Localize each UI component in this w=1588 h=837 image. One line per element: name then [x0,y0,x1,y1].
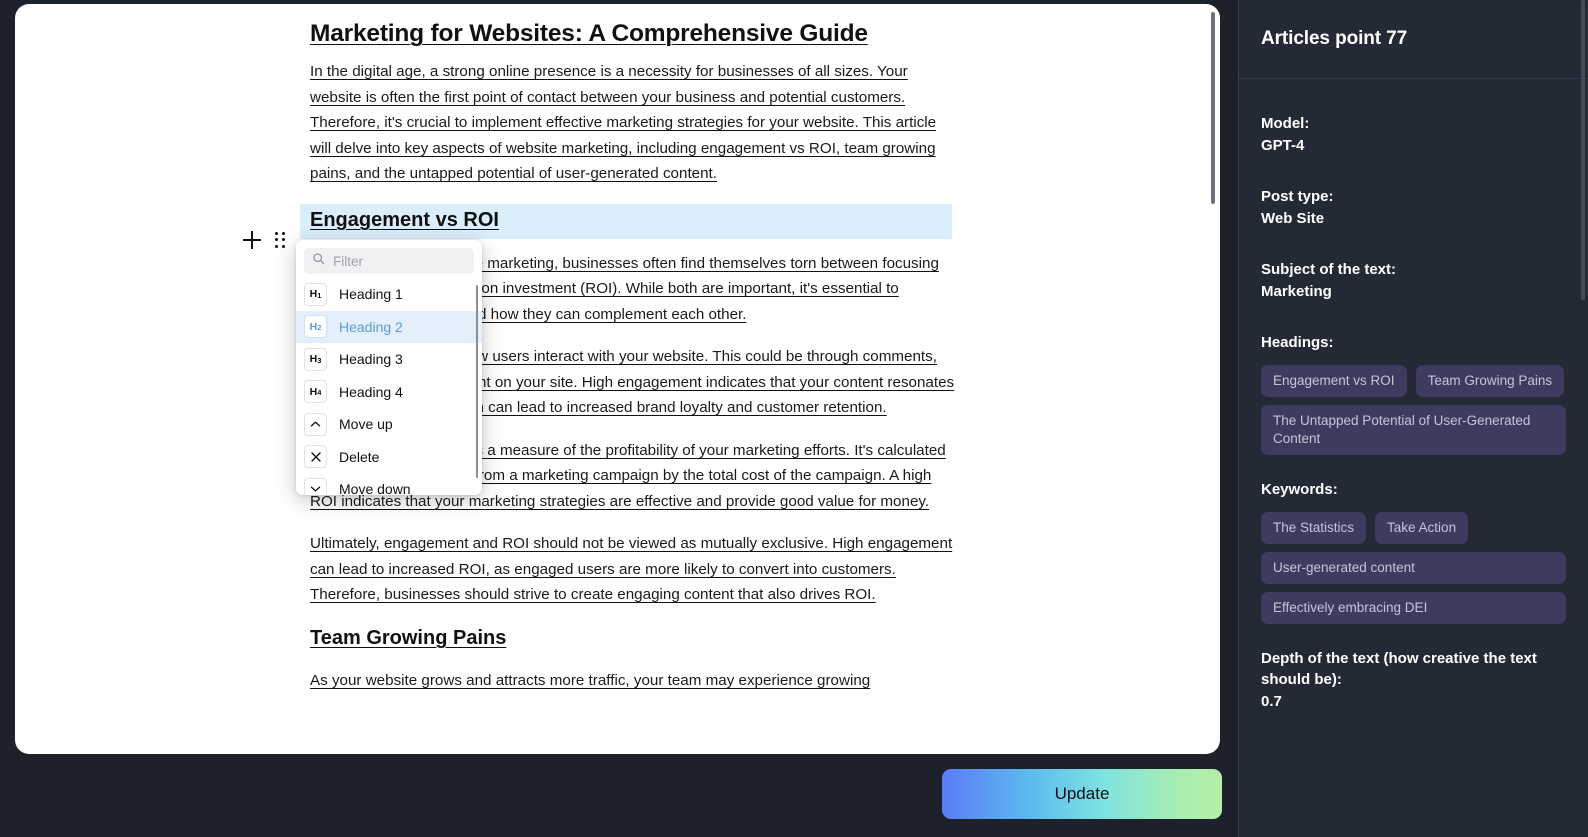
dropdown-search-row[interactable] [304,248,474,274]
dropdown-item-list: H1 Heading 1 H2 Heading 2 H3 Heading 3 H… [296,278,482,495]
headings-label: Headings: [1261,334,1334,351]
dropdown-item-heading-1[interactable]: H1 Heading 1 [296,278,482,311]
dropdown-item-heading-2[interactable]: H2 Heading 2 [296,310,482,343]
paragraph-intro[interactable]: In the digital age, a strong online pres… [310,59,955,187]
heading-2-icon: H2 [304,315,327,339]
block-type-dropdown[interactable]: H1 Heading 1 H2 Heading 2 H3 Heading 3 H… [296,240,482,495]
paragraph-engagement-4[interactable]: Ultimately, engagement and ROI should no… [310,531,955,608]
app-root: Marketing for Websites: A Comprehensive … [0,0,1588,837]
depth-value: 0.7 [1261,693,1282,710]
dropdown-item-move-up[interactable]: Move up [296,408,482,441]
editor-scrollbar[interactable] [1211,12,1215,204]
field-depth: Depth of the text (how creative the text… [1261,648,1566,712]
field-value: Web Site [1261,210,1325,227]
heading-3-icon: H3 [304,347,327,371]
field-value: GPT-4 [1261,137,1305,154]
sidebar-title: Articles point 77 [1261,28,1408,49]
chevron-up-icon [304,412,327,436]
keywords-tag-list: The Statistics Take Action User-generate… [1261,512,1566,624]
heading-tag[interactable]: The Untapped Potential of User-Generated… [1261,405,1566,455]
document-title[interactable]: Marketing for Websites: A Comprehensive … [310,18,955,49]
field-keywords: Keywords: The Statistics Take Action Use… [1261,479,1566,624]
dropdown-item-label: Move up [339,416,393,433]
field-label: Model: [1261,115,1310,132]
field-model: Model: GPT-4 [1261,113,1566,156]
paragraph-team-1[interactable]: As your website grows and attracts more … [310,668,955,694]
keywords-label: Keywords: [1261,481,1338,498]
dropdown-item-move-down[interactable]: Move down [296,473,482,495]
update-button[interactable]: Update [942,769,1222,819]
depth-label: Depth of the text (how creative the text… [1261,650,1537,688]
field-label: Subject of the text: [1261,261,1397,278]
add-block-icon[interactable] [243,231,261,249]
keyword-tag[interactable]: Take Action [1375,512,1469,544]
keyword-tag[interactable]: The Statistics [1261,512,1367,544]
dropdown-filter-input[interactable] [333,253,466,269]
search-icon [312,252,325,270]
dropdown-item-label: Heading 2 [339,318,403,335]
dropdown-item-label: Heading 3 [339,351,403,368]
dropdown-item-label: Move down [339,481,411,495]
field-label: Post type: [1261,188,1334,205]
keyword-tag[interactable]: User-generated content [1261,552,1566,584]
dropdown-item-heading-4[interactable]: H4 Heading 4 [296,376,482,409]
headings-tag-list: Engagement vs ROI Team Growing Pains The… [1261,365,1566,455]
drag-handle-icon[interactable] [275,231,287,249]
field-value: Marketing [1261,283,1332,300]
sidebar-header: Articles point 77 [1239,0,1588,79]
chevron-down-icon [304,477,327,495]
editor-scroll-area[interactable]: Marketing for Websites: A Comprehensive … [15,4,1220,754]
sidebar-scrollbar[interactable] [1581,0,1585,300]
selected-heading-block[interactable]: Engagement vs ROI [300,203,952,239]
heading-tag[interactable]: Engagement vs ROI [1261,365,1407,397]
field-post-type: Post type: Web Site [1261,186,1566,229]
details-sidebar: Articles point 77 Model: GPT-4 Post type… [1238,0,1588,837]
sidebar-body: Model: GPT-4 Post type: Web Site Subject… [1239,79,1588,712]
dropdown-item-label: Heading 1 [339,286,403,303]
dropdown-item-label: Delete [339,448,380,465]
heading-team-growing-pains[interactable]: Team Growing Pains [310,625,955,651]
heading-4-icon: H4 [304,380,327,404]
heading-engagement-vs-roi[interactable]: Engagement vs ROI [310,207,942,233]
dropdown-item-delete[interactable]: Delete [296,441,482,474]
keyword-tag[interactable]: Effectively embracing DEI [1261,592,1566,624]
close-icon [304,445,327,469]
dropdown-scrollbar[interactable] [475,285,478,478]
dropdown-item-label: Heading 4 [339,383,403,400]
heading-tag[interactable]: Team Growing Pains [1415,365,1565,397]
heading-1-icon: H1 [304,282,327,306]
field-headings: Headings: Engagement vs ROI Team Growing… [1261,332,1566,455]
block-controls [243,231,287,249]
dropdown-item-heading-3[interactable]: H3 Heading 3 [296,343,482,376]
document-editor-panel: Marketing for Websites: A Comprehensive … [15,4,1220,754]
field-subject: Subject of the text: Marketing [1261,259,1566,302]
